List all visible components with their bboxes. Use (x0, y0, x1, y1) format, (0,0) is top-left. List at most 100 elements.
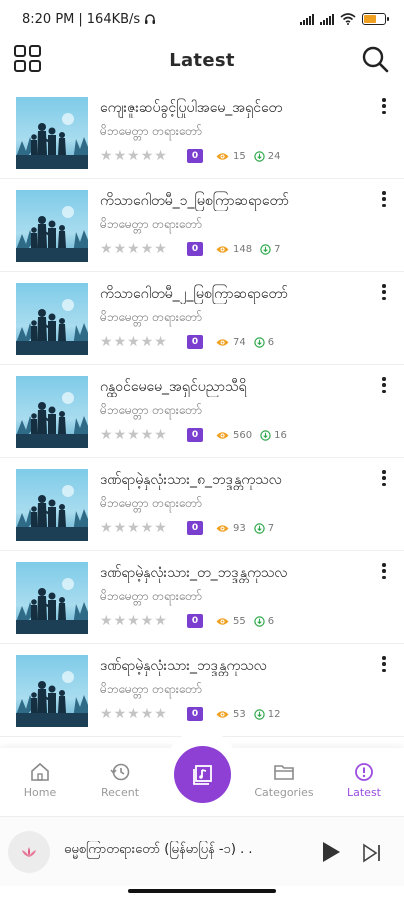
item-meta: ★ ★ ★ ★ ★ 0 15 24 (100, 148, 280, 164)
item-title: ဒဏ်ရာမဲ့နှလုံးသား_၈_ဘဒ္ဒန္တကုသလ (100, 472, 282, 488)
view-count-value: 15 (233, 150, 246, 162)
star-icon: ★ (140, 427, 154, 443)
now-playing-icon (192, 764, 212, 785)
item-thumbnail (16, 469, 88, 541)
view-count: 148 (216, 244, 252, 255)
nav-categories-label: Categories (254, 786, 314, 799)
list-item[interactable]: ဒဏ်ရာမဲ့နှလုံးသား_တ_ဘဒ္ဒန္တကုသလ မိဘမေတ္တ… (0, 551, 404, 644)
item-meta: ★ ★ ★ ★ ★ 0 53 12 (100, 706, 280, 722)
item-author: မိဘမေတ္တာ တရားတော် (100, 310, 202, 324)
more-options-icon[interactable] (380, 655, 388, 673)
download-count: 24 (254, 150, 280, 162)
count-badge: 0 (187, 242, 203, 256)
count-badge: 0 (187, 707, 203, 721)
item-meta: ★ ★ ★ ★ ★ 0 93 7 (100, 520, 274, 536)
more-options-icon[interactable] (380, 190, 388, 208)
view-count: 15 (216, 151, 246, 162)
nav-recent[interactable]: Recent (80, 762, 160, 799)
star-icon: ★ (100, 613, 113, 629)
download-count-value: 12 (267, 708, 281, 720)
rating-stars: ★ ★ ★ ★ ★ (100, 614, 180, 628)
download-icon (254, 708, 265, 720)
folder-icon (274, 765, 294, 780)
download-icon (260, 429, 271, 441)
more-options-icon[interactable] (380, 283, 388, 301)
download-icon (254, 150, 265, 162)
list-item[interactable]: ဒဏ်ရာမဲ့နှလုံးသား_ဘဒ္ဒန္တကုသလ မိဘမေတ္တာ … (0, 644, 404, 737)
item-meta: ★ ★ ★ ★ ★ 0 148 7 (100, 241, 280, 257)
download-icon (260, 243, 271, 255)
rating-stars: ★ ★ ★ ★ ★ (100, 707, 180, 721)
star-icon: ★ (154, 241, 167, 257)
play-icon[interactable] (318, 839, 344, 865)
nav-latest-label: Latest (347, 786, 381, 799)
more-options-icon[interactable] (380, 562, 388, 580)
download-count-value: 6 (267, 336, 275, 348)
download-count: 7 (260, 244, 280, 255)
audio-list: ကျေးဇူးဆပ်ခွင့်ပြုပါအမေ_အရှင်တေ မိဘမေတ္တ… (0, 86, 404, 737)
skip-next-icon[interactable] (360, 841, 384, 865)
nav-latest[interactable]: Latest (324, 762, 404, 799)
eye-icon (216, 245, 229, 253)
download-count: 7 (254, 523, 274, 534)
count-badge: 0 (187, 614, 203, 628)
now-playing-button[interactable] (174, 746, 231, 803)
mini-player[interactable]: ဓမ္မစကြာတရားတော် (မြန်မာပြန် -၁) . . (0, 816, 404, 886)
item-thumbnail (16, 97, 88, 169)
star-icon: ★ (154, 334, 167, 350)
star-icon: ★ (113, 706, 127, 722)
nav-categories[interactable]: Categories (244, 762, 324, 799)
star-icon: ★ (100, 706, 113, 722)
list-item[interactable]: ဒဏ်ရာမဲ့နှလုံးသား_၈_ဘဒ္ဒန္တကုသလ မိဘမေတ္တ… (0, 458, 404, 551)
item-thumbnail (16, 283, 88, 355)
item-meta: ★ ★ ★ ★ ★ 0 560 16 (100, 427, 287, 443)
home-indicator (128, 889, 276, 893)
star-icon: ★ (113, 613, 127, 629)
download-count: 6 (254, 337, 274, 348)
list-item[interactable]: ကျေးဇူးဆပ်ခွင့်ပြုပါအမေ_အရှင်တေ မိဘမေတ္တ… (0, 86, 404, 179)
eye-icon (216, 431, 229, 439)
list-item[interactable]: ကိသာဂေါတမီ_၂_မြစကြာဆရာတော် မိဘမေတ္တာ တရာ… (0, 272, 404, 365)
star-icon: ★ (113, 241, 127, 257)
item-thumbnail (16, 562, 88, 634)
item-title: ဒဏ်ရာမဲ့နှလုံးသား_ဘဒ္ဒန္တကုသလ (100, 658, 267, 674)
item-author: မိဘမေတ္တာ တရားတော် (100, 217, 202, 231)
star-icon: ★ (100, 520, 113, 536)
download-count: 12 (254, 708, 281, 720)
view-count-value: 55 (233, 615, 246, 627)
eye-icon (216, 617, 229, 625)
view-count: 74 (216, 337, 246, 348)
view-count-value: 93 (233, 522, 246, 534)
search-icon[interactable] (360, 44, 390, 74)
list-item[interactable]: ဂန္ထဝင်မေမေ_အရှင်ပညာသီရိ မိဘမေတ္တာ တရားတ… (0, 365, 404, 458)
rating-stars: ★ ★ ★ ★ ★ (100, 242, 180, 256)
star-icon: ★ (100, 148, 113, 164)
star-icon: ★ (127, 148, 140, 164)
count-badge: 0 (187, 149, 203, 163)
eye-icon (216, 152, 229, 160)
home-icon (31, 762, 49, 781)
star-icon: ★ (154, 613, 167, 629)
item-author: မိဘမေတ္တာ တရားတော် (100, 496, 202, 510)
count-badge: 0 (187, 335, 203, 349)
star-icon: ★ (113, 427, 127, 443)
download-count: 16 (260, 430, 287, 441)
more-options-icon[interactable] (380, 97, 388, 115)
more-options-icon[interactable] (380, 376, 388, 394)
download-count-value: 16 (274, 429, 287, 441)
star-icon: ★ (127, 520, 140, 536)
download-count-value: 7 (274, 243, 281, 255)
star-icon: ★ (100, 334, 113, 350)
grid-menu-icon[interactable] (14, 45, 44, 75)
list-item[interactable]: ကိသာဂေါတမီ_၁_မြစကြာဆရာတော် မိဘမေတ္တာ တရာ… (0, 179, 404, 272)
eye-icon (216, 710, 229, 718)
star-icon: ★ (140, 706, 154, 722)
more-options-icon[interactable] (380, 469, 388, 487)
star-icon: ★ (154, 520, 167, 536)
history-icon (110, 763, 130, 781)
signal-icon (300, 13, 314, 25)
item-title: ဒဏ်ရာမဲ့နှလုံးသား_တ_ဘဒ္ဒန္တကုသလ (100, 565, 288, 581)
nav-home[interactable]: Home (0, 762, 80, 799)
star-icon: ★ (127, 334, 140, 350)
item-meta: ★ ★ ★ ★ ★ 0 74 6 (100, 334, 274, 350)
